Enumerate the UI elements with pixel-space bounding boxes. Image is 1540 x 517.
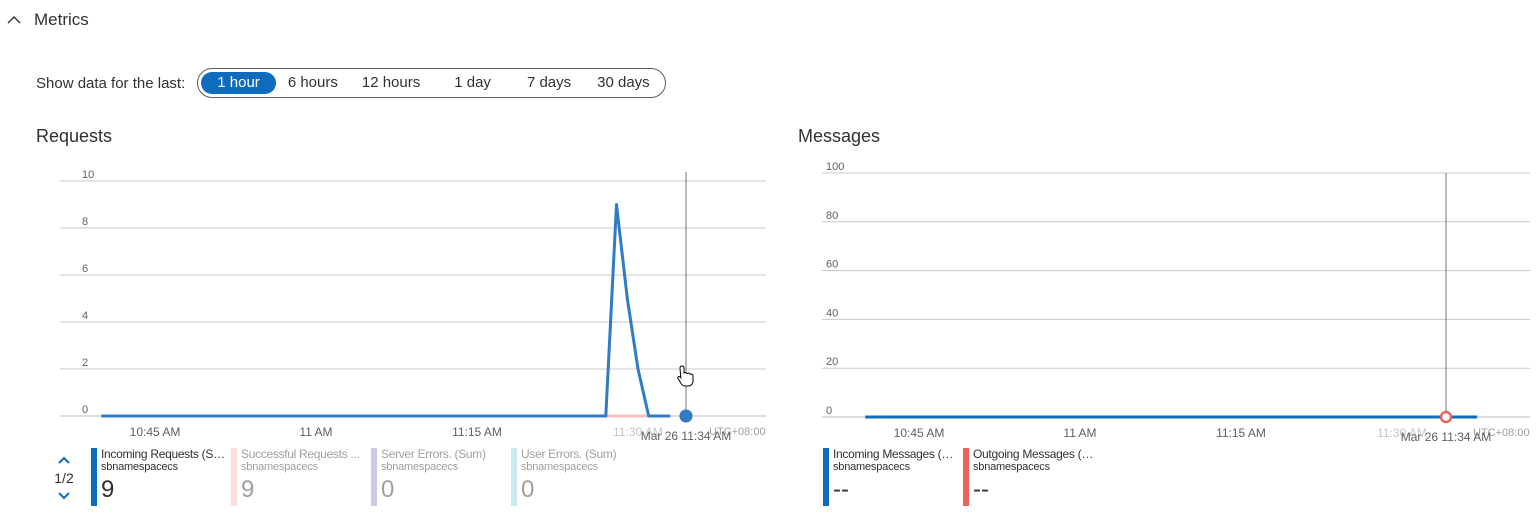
x-tick-label: 11 AM [1063, 426, 1096, 440]
legend-color-bar [963, 448, 969, 506]
legend-series-name: Incoming Messages (Sum) [833, 448, 961, 461]
legend-series-name: User Errors. (Sum) [521, 448, 617, 461]
legend-item-server-errors[interactable]: Server Errors. (Sum) sbnamespacecs 0 [371, 448, 511, 506]
legend-value: 0 [521, 476, 535, 503]
legend-item-successful-requests[interactable]: Successful Requests ... sbnamespacecs 9 [231, 448, 371, 506]
legend-pager: 1/2 [50, 454, 78, 502]
y-tick-label: 0 [82, 404, 88, 416]
time-range-option-7-days[interactable]: 7 days [513, 72, 585, 94]
y-tick-label: 60 [826, 259, 838, 271]
x-tick-label: 10:45 AM [894, 426, 945, 440]
y-tick-label: 4 [82, 310, 88, 322]
legend-item-user-errors[interactable]: User Errors. (Sum) sbnamespacecs 0 [511, 448, 651, 506]
y-tick-label: 80 [826, 210, 838, 222]
legend-value: 0 [381, 476, 395, 503]
y-tick-label: 20 [826, 356, 838, 368]
legend-color-bar [511, 448, 517, 506]
legend-series-name: Incoming Requests (Sum) [101, 448, 229, 461]
chevron-up-icon[interactable] [56, 454, 72, 466]
time-range-selector: Show data for the last: 1 hour 6 hours 1… [36, 68, 666, 98]
time-range-option-12-hours[interactable]: 12 hours [350, 72, 432, 94]
legend-value: -- [833, 476, 849, 503]
legend-item-incoming-messages[interactable]: Incoming Messages (Sum) sbnamespacecs -- [823, 448, 963, 506]
time-range-pill-group: 1 hour 6 hours 12 hours 1 day 7 days 30 … [197, 68, 666, 98]
section-title: Metrics [34, 10, 89, 29]
legend-namespace: sbnamespacecs [101, 461, 178, 473]
legend-namespace: sbnamespacecs [973, 461, 1050, 473]
metrics-section-header[interactable]: Metrics [6, 10, 89, 30]
legend-value: 9 [241, 476, 255, 503]
y-tick-label: 10 [82, 169, 94, 181]
legend-item-incoming-requests[interactable]: Incoming Requests (Sum) sbnamespacecs 9 [91, 448, 231, 506]
x-tick-label: 11 AM [299, 425, 332, 439]
y-tick-label: 40 [826, 307, 838, 319]
messages-chart-title: Messages [798, 126, 881, 146]
x-tick-label: 10:45 AM [130, 425, 181, 439]
requests-chart-title: Requests [36, 126, 113, 146]
hover-marker [679, 409, 693, 423]
y-tick-label: 100 [826, 161, 844, 173]
legend-namespace: sbnamespacecs [381, 461, 458, 473]
time-range-option-1-hour[interactable]: 1 hour [201, 72, 276, 94]
cursor-time-label: Mar 26 11:34 AM [1401, 430, 1492, 444]
legend-value: 9 [101, 476, 115, 503]
cursor-time-label: Mar 26 11:34 AM [641, 429, 732, 443]
chevron-up-icon[interactable] [6, 12, 22, 28]
legend-series-name: Successful Requests ... [241, 448, 360, 461]
messages-chart[interactable]: 10080604020010:45 AM 11 AM 11:15 AM 11:30 A… [780, 160, 1540, 450]
y-tick-label: 6 [82, 263, 88, 275]
legend-color-bar [231, 448, 237, 506]
legend-series-name: Outgoing Messages (Sum) [973, 448, 1101, 461]
chevron-down-icon[interactable] [56, 490, 72, 502]
time-range-option-1-day[interactable]: 1 day [432, 72, 513, 94]
series-line [101, 203, 671, 418]
legend-namespace: sbnamespacecs [241, 461, 318, 473]
requests-chart[interactable]: 108642010:45 AM 11 AM 11:15 AM 11:30 AM UTC+… [0, 160, 780, 450]
legend-series-name: Server Errors. (Sum) [381, 448, 486, 461]
time-range-option-6-hours[interactable]: 6 hours [276, 72, 350, 94]
messages-legend: Incoming Messages (Sum) sbnamespacecs --… [823, 448, 1103, 506]
legend-value: -- [973, 476, 989, 503]
requests-legend: Incoming Requests (Sum) sbnamespacecs 9 … [91, 448, 651, 506]
hover-marker [1439, 410, 1453, 424]
time-range-label: Show data for the last: [36, 74, 186, 92]
x-tick-label: 11:15 AM [1216, 426, 1266, 440]
legend-namespace: sbnamespacecs [521, 461, 598, 473]
y-tick-label: 8 [82, 216, 88, 228]
x-tick-label: 11:15 AM [452, 425, 502, 439]
legend-item-outgoing-messages[interactable]: Outgoing Messages (Sum) sbnamespacecs -- [963, 448, 1103, 506]
y-tick-label: 2 [82, 357, 88, 369]
y-tick-label: 0 [826, 405, 832, 417]
legend-color-bar [371, 448, 377, 506]
legend-color-bar [91, 448, 97, 506]
legend-color-bar [823, 448, 829, 506]
legend-namespace: sbnamespacecs [833, 461, 910, 473]
pager-text: 1/2 [54, 470, 74, 486]
time-range-option-30-days[interactable]: 30 days [585, 72, 662, 94]
